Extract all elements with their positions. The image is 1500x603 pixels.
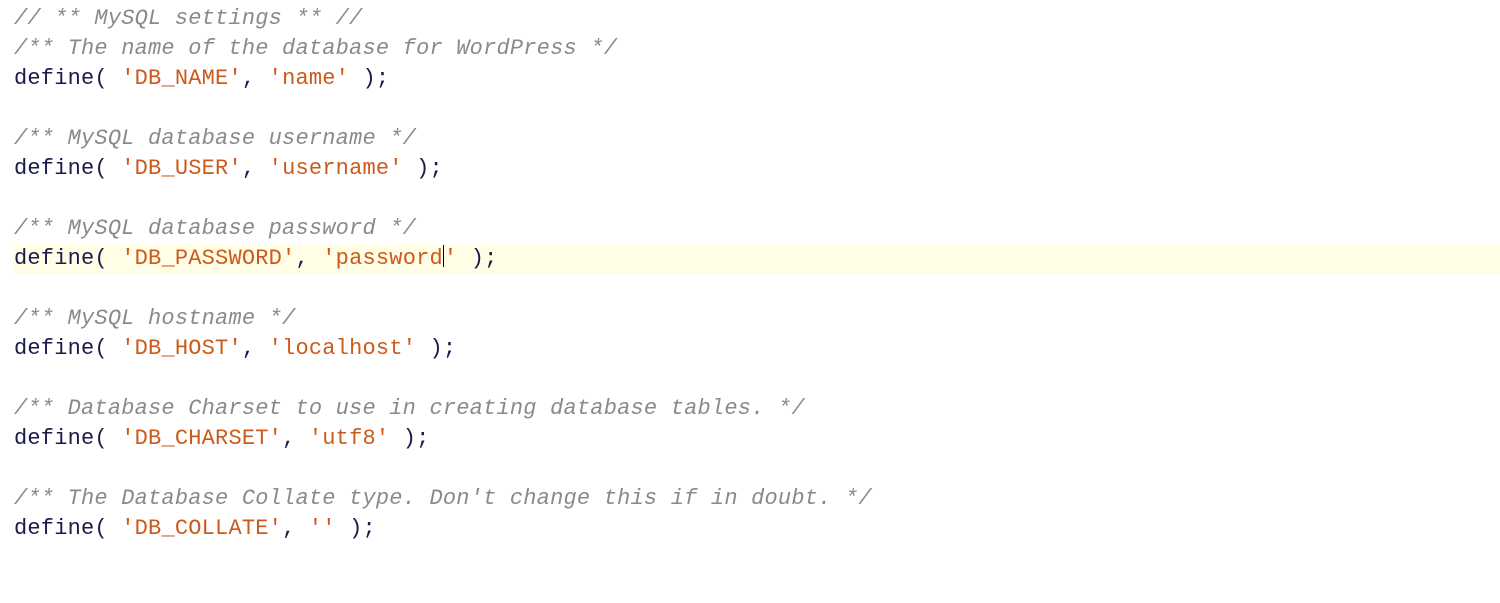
blank-line <box>14 454 1500 484</box>
comment-line: /** MySQL hostname */ <box>14 304 1500 334</box>
comment-line: // ** MySQL settings ** // <box>14 4 1500 34</box>
code-line: define( 'DB_HOST', 'localhost' ); <box>14 334 1500 364</box>
comment-line: /** MySQL database username */ <box>14 124 1500 154</box>
comment-line: /** Database Charset to use in creating … <box>14 394 1500 424</box>
code-line: define( 'DB_CHARSET', 'utf8' ); <box>14 424 1500 454</box>
code-line: define( 'DB_USER', 'username' ); <box>14 154 1500 184</box>
code-line: define( 'DB_COLLATE', '' ); <box>14 514 1500 544</box>
code-line: define( 'DB_NAME', 'name' ); <box>14 64 1500 94</box>
comment-line: /** The name of the database for WordPre… <box>14 34 1500 64</box>
blank-line <box>14 184 1500 214</box>
comment-line: /** The Database Collate type. Don't cha… <box>14 484 1500 514</box>
comment-line: /** MySQL database password */ <box>14 214 1500 244</box>
blank-line <box>14 94 1500 124</box>
blank-line <box>14 364 1500 394</box>
blank-line <box>14 274 1500 304</box>
code-editor[interactable]: // ** MySQL settings ** ///** The name o… <box>0 0 1500 544</box>
code-line-active: define( 'DB_PASSWORD', 'password' ); <box>14 244 1500 274</box>
